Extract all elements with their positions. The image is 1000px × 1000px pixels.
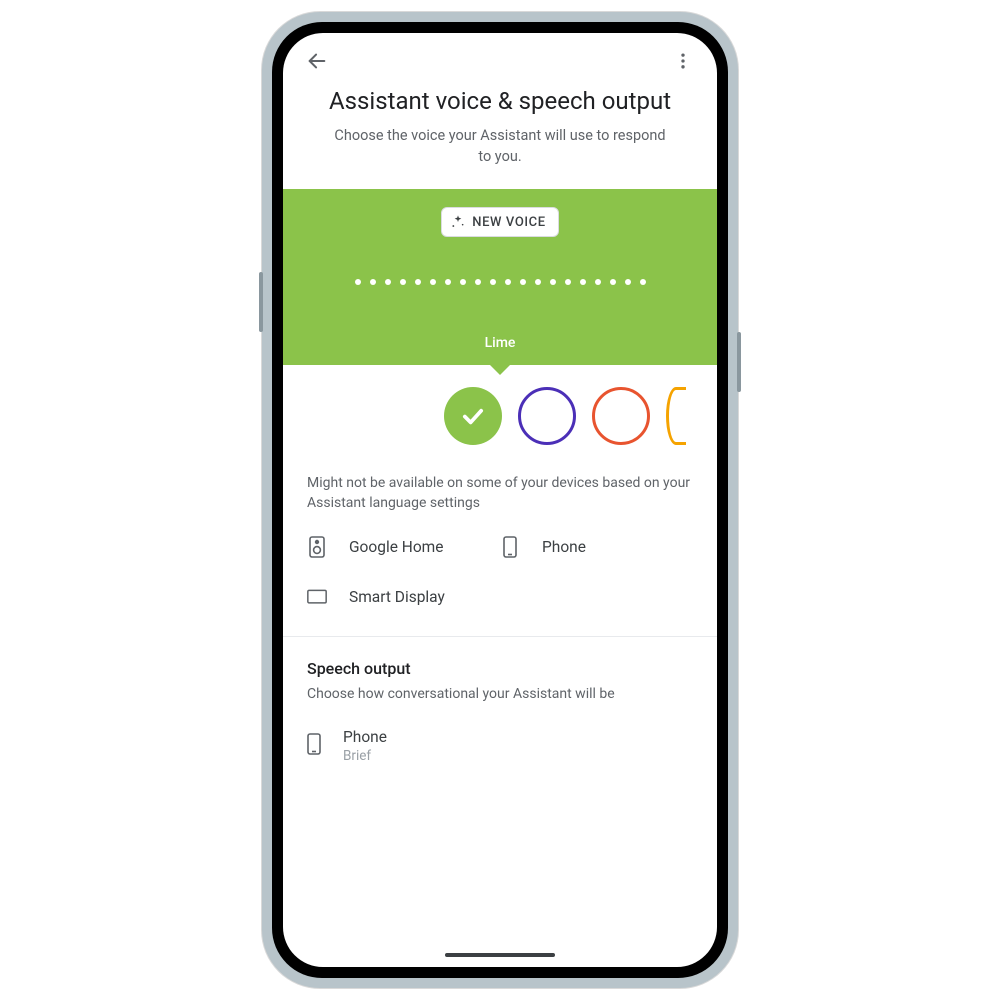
waveform-dot — [415, 279, 421, 285]
device-item: Phone — [500, 536, 693, 558]
waveform-dot — [460, 279, 466, 285]
waveform-dot — [490, 279, 496, 285]
new-voice-chip[interactable]: NEW VOICE — [441, 207, 558, 237]
speech-output-item-title: Phone — [343, 728, 387, 746]
page-title: Assistant voice & speech output — [283, 87, 717, 115]
waveform-dot — [535, 279, 541, 285]
voice-swatch-orange-red[interactable] — [592, 387, 650, 445]
voice-preview-panel: NEW VOICE Lime — [283, 189, 717, 365]
waveform-dots — [355, 279, 646, 285]
waveform-dot — [640, 279, 646, 285]
home-indicator[interactable] — [445, 953, 555, 957]
phone-bezel: Assistant voice & speech output Choose t… — [272, 22, 728, 978]
more-vert-icon — [673, 51, 693, 71]
speech-output-item[interactable]: Phone Brief — [283, 702, 717, 764]
availability-note: Might not be available on some of your d… — [307, 473, 693, 514]
waveform-dot — [505, 279, 511, 285]
arrow-back-icon — [306, 50, 328, 72]
availability-section: Might not be available on some of your d… — [283, 465, 717, 606]
voice-swatch-row[interactable] — [413, 365, 717, 465]
waveform-dot — [370, 279, 376, 285]
voice-swatch-viewport — [283, 365, 717, 465]
new-voice-chip-label: NEW VOICE — [472, 215, 545, 230]
speech-output-title: Speech output — [283, 637, 717, 684]
voice-swatch-purple[interactable] — [518, 387, 576, 445]
voice-swatch-lime[interactable] — [444, 387, 502, 445]
device-grid: Google Home Phone Smart Display — [307, 536, 693, 606]
speech-output-item-value: Brief — [343, 748, 387, 764]
voice-swatch-golden[interactable] — [666, 387, 686, 445]
screen: Assistant voice & speech output Choose t… — [283, 33, 717, 967]
waveform-dot — [550, 279, 556, 285]
device-label: Google Home — [349, 538, 443, 556]
phone-icon — [307, 733, 321, 759]
speaker-icon — [307, 536, 327, 558]
sparkle-icon — [450, 214, 466, 230]
waveform-dot — [595, 279, 601, 285]
speech-output-subtitle: Choose how conversational your Assistant… — [283, 684, 717, 702]
waveform-dot — [580, 279, 586, 285]
app-bar — [283, 33, 717, 89]
device-item: Smart Display — [307, 588, 500, 606]
waveform-dot — [625, 279, 631, 285]
phone-frame: Assistant voice & speech output Choose t… — [262, 12, 738, 988]
waveform-dot — [520, 279, 526, 285]
overflow-menu-button[interactable] — [663, 41, 703, 81]
waveform-dot — [400, 279, 406, 285]
waveform-dot — [475, 279, 481, 285]
back-button[interactable] — [297, 41, 337, 81]
waveform-dot — [385, 279, 391, 285]
device-item: Google Home — [307, 536, 500, 558]
device-label: Smart Display — [349, 588, 445, 606]
waveform-dot — [610, 279, 616, 285]
waveform-dot — [355, 279, 361, 285]
device-label: Phone — [542, 538, 586, 556]
phone-icon — [500, 536, 520, 558]
check-icon — [459, 402, 487, 430]
page-subtitle: Choose the voice your Assistant will use… — [283, 115, 717, 189]
selected-voice-name: Lime — [485, 335, 516, 351]
waveform-dot — [445, 279, 451, 285]
waveform-dot — [565, 279, 571, 285]
waveform-dot — [430, 279, 436, 285]
display-icon — [307, 588, 327, 606]
